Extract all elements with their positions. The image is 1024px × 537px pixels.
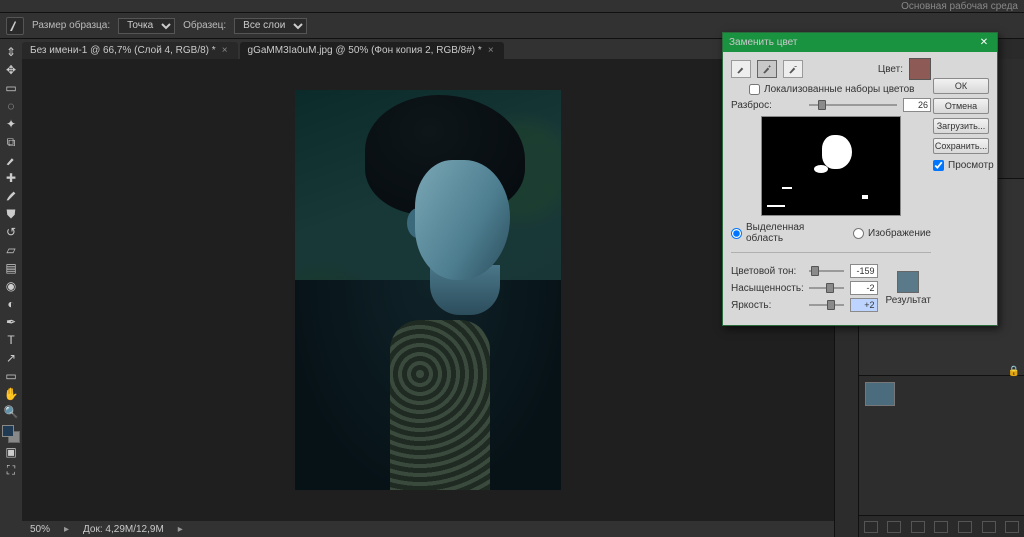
save-button[interactable]: Сохранить... [933,138,989,154]
radio-image-label: Изображение [868,228,931,239]
chevron-right-icon[interactable]: ▸ [178,524,183,535]
stamp-tool-icon[interactable]: ⛊ [1,205,21,223]
divider [731,252,931,253]
eyedropper-minus-icon[interactable] [783,60,803,78]
source-color-label: Цвет: [878,64,903,75]
replace-color-dialog: Заменить цвет ✕ Цвет: Локализованные наб… [722,32,998,326]
history-brush-tool-icon[interactable]: ↺ [1,223,21,241]
tab-label: Без имени-1 @ 66,7% (Слой 4, RGB/8) * [30,45,216,56]
hand-tool-icon[interactable]: ✋ [1,385,21,403]
pen-tool-icon[interactable]: ✒ [1,313,21,331]
move-tool-icon[interactable]: ✥ [1,61,21,79]
load-button[interactable]: Загрузить... [933,118,989,134]
brush-tool-icon[interactable] [1,187,21,205]
eyedropper-tool-icon[interactable] [1,151,21,169]
eyedropper-plus-icon[interactable] [757,60,777,78]
lightness-label: Яркость: [731,300,803,311]
fuzziness-field[interactable] [903,98,931,112]
current-tool-icon[interactable] [6,17,24,35]
sample-size-select[interactable]: Точка [118,18,175,34]
trash-icon[interactable] [1005,521,1019,533]
adjustment-icon[interactable] [934,521,948,533]
fx-icon[interactable] [887,521,901,533]
heal-tool-icon[interactable]: ✚ [1,169,21,187]
hue-label: Цветовой тон: [731,266,803,277]
document-tab[interactable]: Без имени-1 @ 66,7% (Слой 4, RGB/8) * × [22,42,238,59]
saturation-slider[interactable] [809,283,844,293]
cancel-button[interactable]: Отмена [933,98,989,114]
result-color-swatch[interactable] [897,271,919,293]
screenmode-icon[interactable]: ⛶ [1,461,21,479]
foreground-color-swatch[interactable] [2,425,14,437]
lasso-tool-icon[interactable]: ◌ [1,97,21,115]
mask-icon[interactable] [911,521,925,533]
fuzziness-slider[interactable] [809,100,897,110]
close-icon[interactable]: ✕ [977,36,991,50]
layers-panel[interactable] [859,375,1024,515]
layers-panel-footer [859,515,1024,537]
group-icon[interactable] [958,521,972,533]
radio-image-input[interactable] [853,228,864,239]
gradient-tool-icon[interactable]: ▤ [1,259,21,277]
dialog-buttons: ОК Отмена Загрузить... Сохранить... Прос… [933,78,989,171]
ok-button[interactable]: ОК [933,78,989,94]
result-label: Результат [886,295,931,306]
close-icon[interactable]: × [222,45,228,56]
quickmask-icon[interactable]: ▣ [1,443,21,461]
color-swatches[interactable] [2,425,20,443]
hue-slider[interactable] [809,266,844,276]
lightness-slider[interactable] [809,300,844,310]
blur-tool-icon[interactable]: ◉ [1,277,21,295]
sample-layers-select[interactable]: Все слои [234,18,307,34]
preview-checkbox-label: Просмотр [948,160,994,171]
document-tab[interactable]: gGaMM3Ia0uM.jpg @ 50% (Фон копия 2, RGB/… [240,42,504,59]
radio-selection-input[interactable] [731,228,742,239]
crop-tool-icon[interactable]: ⧉ [1,133,21,151]
chevron-right-icon[interactable]: ▸ [64,524,69,535]
lightness-field[interactable] [850,298,878,312]
localized-sets-label: Локализованные наборы цветов [764,84,914,95]
menubar: Основная рабочая среда [0,0,1024,12]
radio-image[interactable]: Изображение [853,222,931,244]
type-tool-icon[interactable]: T [1,331,21,349]
wand-tool-icon[interactable]: ✦ [1,115,21,133]
arrows-icon[interactable]: ⇕ [1,43,21,61]
source-color-swatch[interactable] [909,58,931,80]
saturation-label: Насыщенность: [731,283,803,294]
tab-label: gGaMM3Ia0uM.jpg @ 50% (Фон копия 2, RGB/… [248,45,482,56]
sample-layers-label: Образец: [183,20,226,31]
dialog-titlebar[interactable]: Заменить цвет ✕ [723,33,997,52]
preview-checkbox-row[interactable]: Просмотр [933,160,989,171]
marquee-tool-icon[interactable]: ▭ [1,79,21,97]
sample-size-label: Размер образца: [32,20,110,31]
status-bar: 50% ▸ Док: 4,29M/12,9M ▸ [22,521,834,537]
fuzziness-label: Разброс: [731,100,803,111]
radio-selection-label: Выделенная область [746,222,837,244]
layer-thumbnail[interactable] [865,382,895,406]
preview-checkbox[interactable] [933,160,944,171]
dialog-title: Заменить цвет [729,37,797,48]
new-layer-icon[interactable] [982,521,996,533]
localized-sets-checkbox[interactable] [749,84,760,95]
canvas[interactable] [22,59,834,521]
zoom-tool-icon[interactable]: 🔍 [1,403,21,421]
radio-selection[interactable]: Выделенная область [731,222,837,244]
lock-icon: 🔒 [1008,366,1020,377]
tools-panel: ⇕ ✥ ▭ ◌ ✦ ⧉ ✚ ⛊ ↺ ▱ ▤ ◉ ◐ ✒ T ↗ ▭ ✋ 🔍 ▣ … [0,39,22,537]
shape-tool-icon[interactable]: ▭ [1,367,21,385]
workspace-switcher[interactable]: Основная рабочая среда [901,1,1018,12]
doc-size: Док: 4,29M/12,9M [83,524,164,535]
path-tool-icon[interactable]: ↗ [1,349,21,367]
eyedropper-icon[interactable] [731,60,751,78]
link-layers-icon[interactable] [864,521,878,533]
hue-field[interactable] [850,264,878,278]
dodge-tool-icon[interactable]: ◐ [1,295,21,313]
selection-preview[interactable] [761,116,901,216]
document-image [295,90,561,490]
close-icon[interactable]: × [488,45,494,56]
eraser-tool-icon[interactable]: ▱ [1,241,21,259]
saturation-field[interactable] [850,281,878,295]
zoom-level[interactable]: 50% [30,524,50,535]
